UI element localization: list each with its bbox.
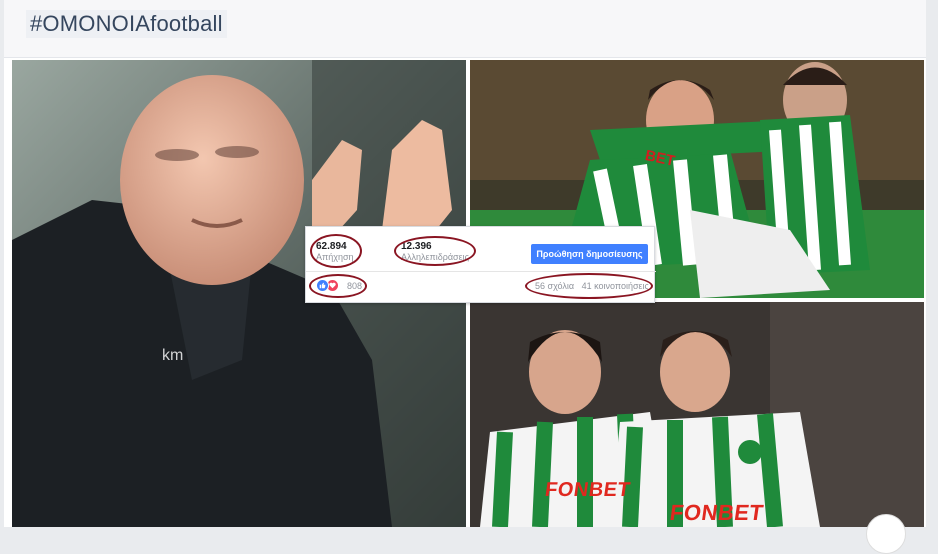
- two-players-photo[interactable]: FONBET FONBET: [470, 302, 924, 527]
- post-insights-card: 62.894 Απήχηση 12.396 Αλληλεπιδράσεις Πρ…: [305, 226, 656, 303]
- svg-text:km: km: [162, 347, 183, 364]
- like-icon: [316, 279, 329, 292]
- scroll-button[interactable]: [866, 514, 906, 554]
- boost-post-button[interactable]: Προώθηση δημοσίευσης: [531, 244, 648, 264]
- hashtag-link[interactable]: #OMONOIAfootball: [26, 10, 227, 38]
- annotation-ring-comments: [525, 273, 653, 299]
- sponsor-text-right: FONBET: [668, 500, 766, 525]
- annotation-ring-engagement: [394, 236, 476, 266]
- facebook-post: #OMONOIAfootball km BET FONBET FONBET 62…: [4, 0, 926, 554]
- divider: [306, 271, 656, 272]
- annotation-ring-reach: [310, 234, 362, 268]
- post-header: #OMONOIAfootball: [4, 0, 926, 58]
- sponsor-text-left: FONBET: [543, 479, 632, 501]
